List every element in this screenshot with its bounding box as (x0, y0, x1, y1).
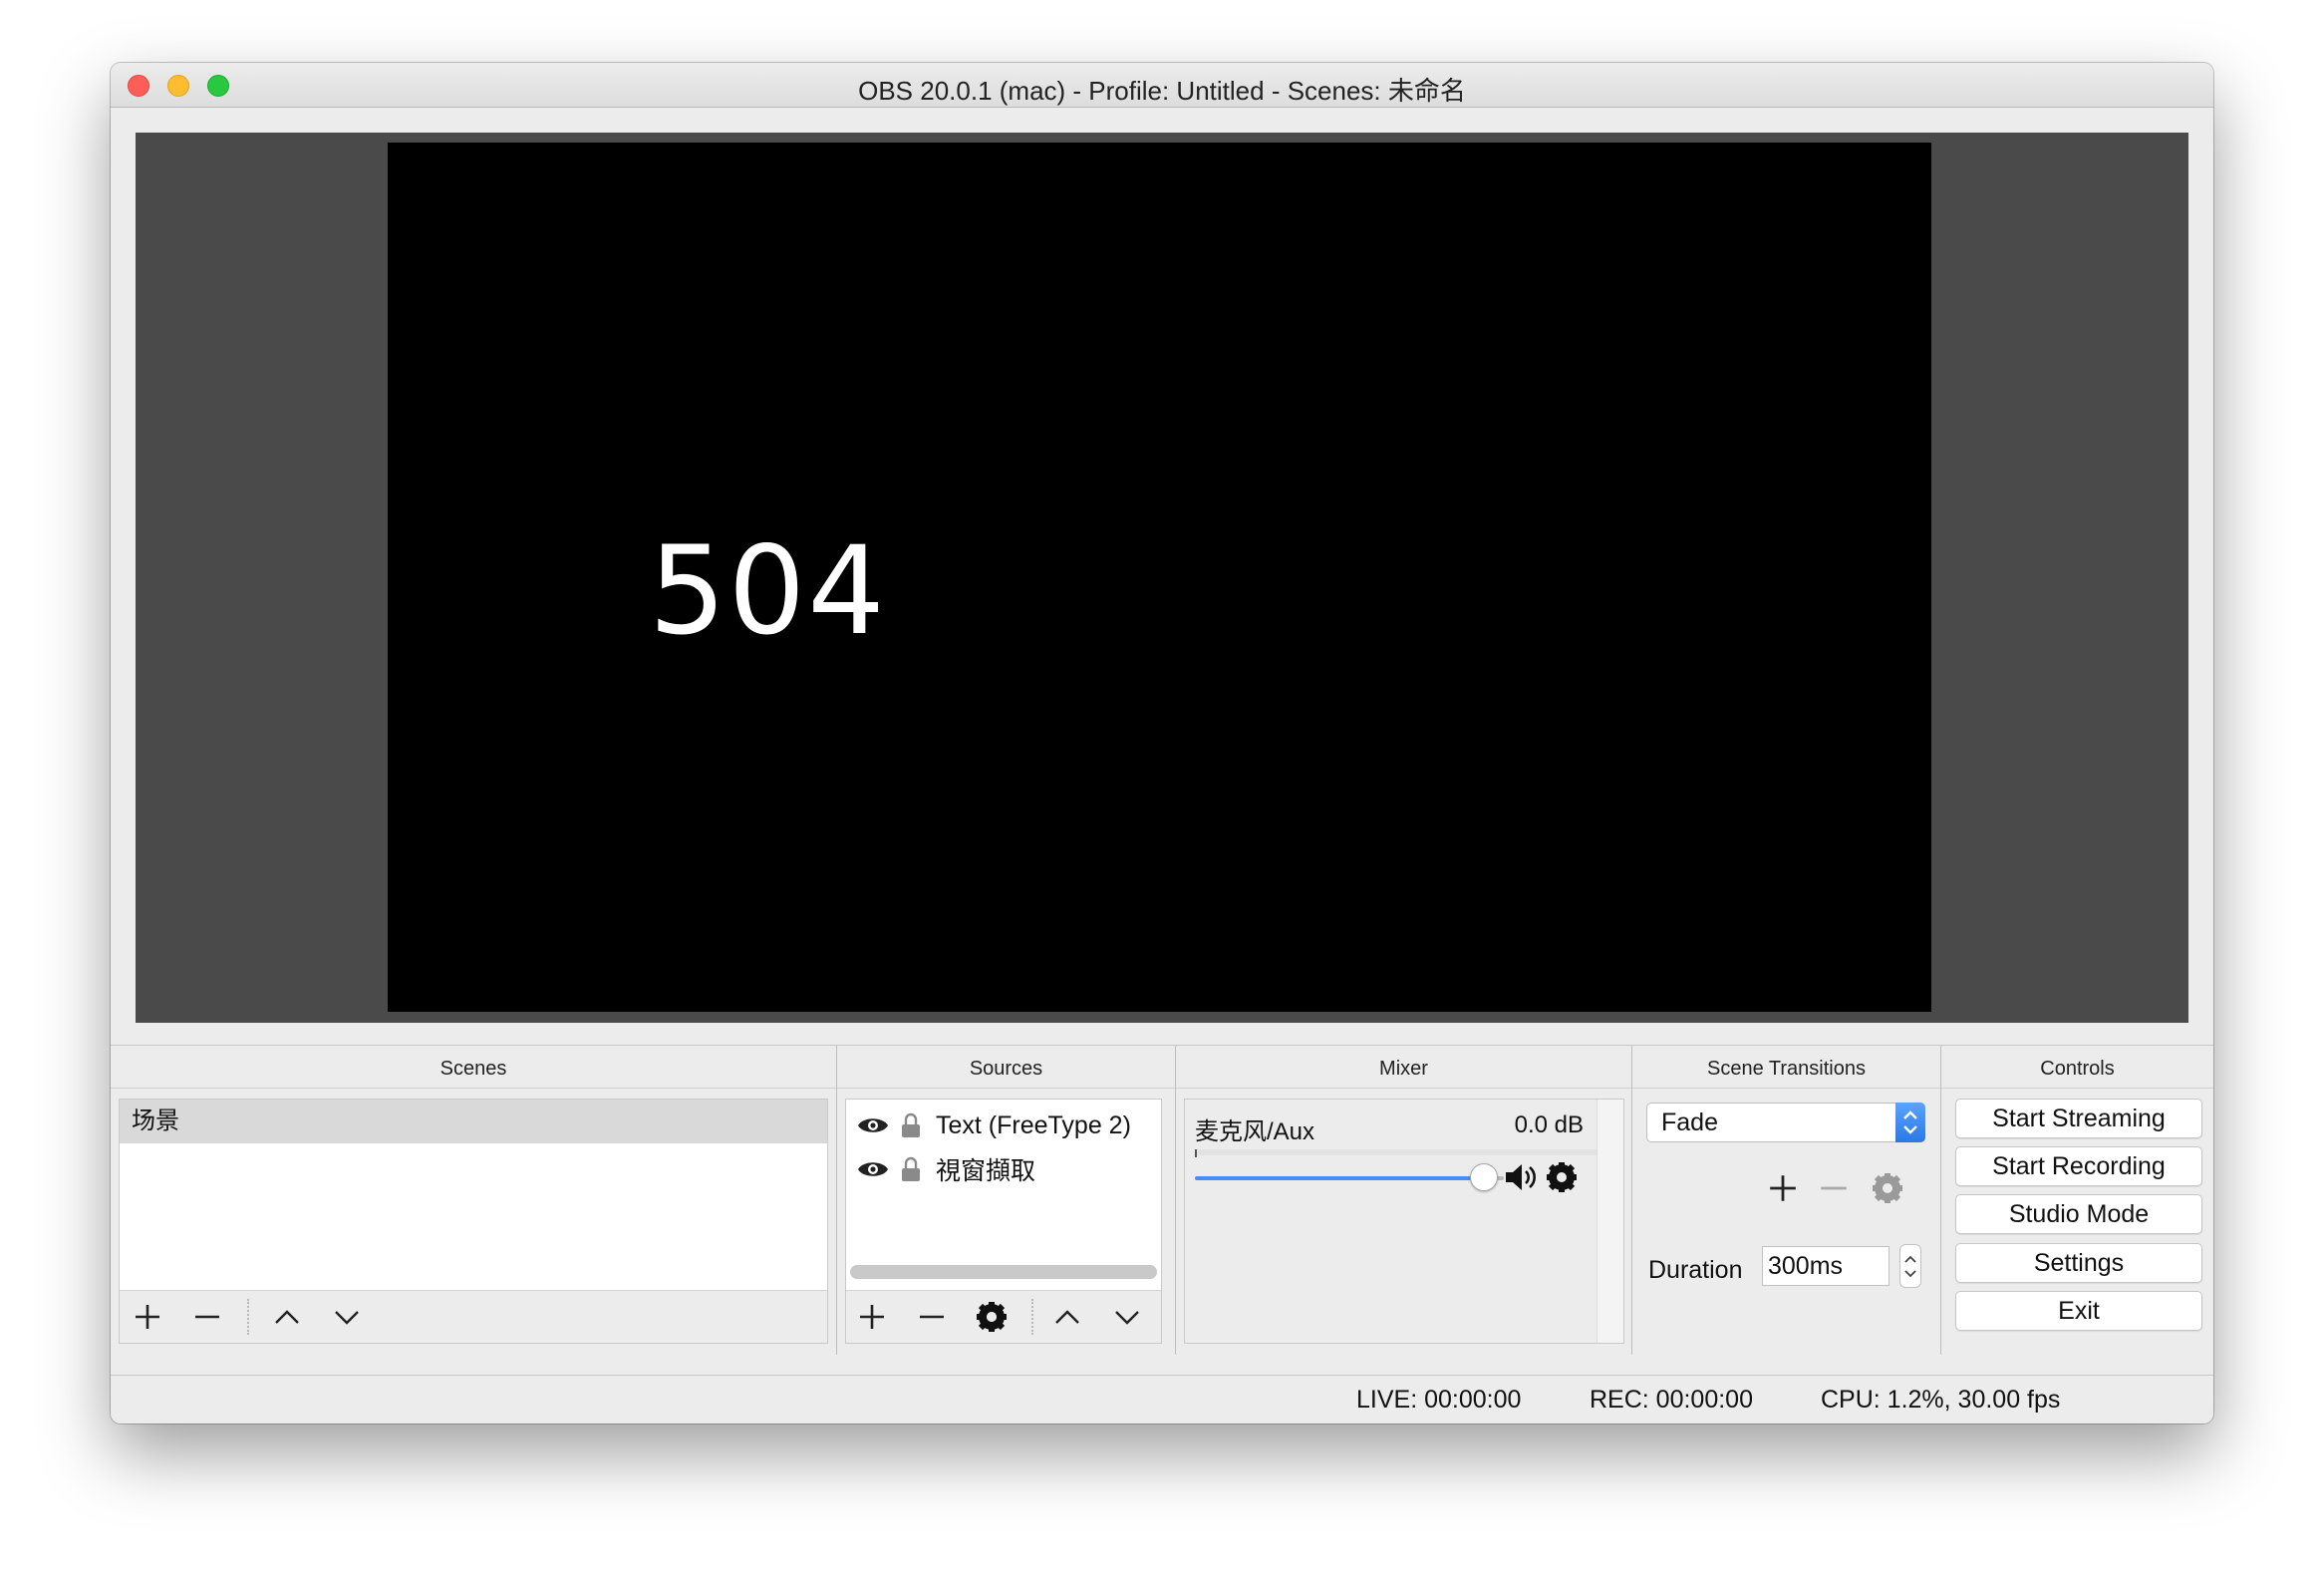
mixer-dock-title: Mixer (1176, 1046, 1631, 1089)
transitions-dock: Scene Transitions Fade Duration 300ms (1631, 1046, 1940, 1355)
source-label: Text (FreeType 2) (936, 1110, 1131, 1139)
sources-items: Text (FreeType 2) 視窗擷取 (846, 1100, 1161, 1191)
mute-button[interactable] (1504, 1161, 1538, 1198)
controls-dock-title: Controls (1941, 1046, 2213, 1089)
move-scene-down-button[interactable] (327, 1297, 367, 1337)
toolbar-separator (247, 1299, 249, 1335)
scenes-toolbar (120, 1290, 827, 1343)
title-bar[interactable]: OBS 20.0.1 (mac) - Profile: Untitled - S… (111, 63, 2213, 108)
sources-toolbar (846, 1290, 1161, 1343)
settings-button[interactable]: Settings (1955, 1243, 2202, 1283)
plus-icon (1770, 1175, 1796, 1201)
mixer-panel: 麦克风/Aux 0.0 dB (1184, 1099, 1624, 1344)
transition-select-value: Fade (1661, 1108, 1718, 1136)
dock-strip: Scenes 场景 Sources Text (FreeType 2) 視窗擷取… (111, 1045, 2213, 1355)
chevron-down-icon (335, 1311, 359, 1325)
start-recording-button[interactable]: Start Recording (1955, 1146, 2202, 1186)
sources-list[interactable]: Text (FreeType 2) 視窗擷取 (845, 1099, 1162, 1344)
eye-icon[interactable] (856, 1113, 890, 1137)
sources-dock: Sources Text (FreeType 2) 視窗擷取 (836, 1046, 1175, 1355)
unlock-icon[interactable] (900, 1156, 922, 1182)
stepper-arrows-icon (1904, 1255, 1916, 1278)
scenes-dock: Scenes 场景 (111, 1046, 836, 1355)
chevron-up-icon (275, 1310, 299, 1324)
volume-slider-handle[interactable] (1470, 1163, 1498, 1191)
move-source-up-button[interactable] (1047, 1297, 1087, 1337)
move-scene-up-button[interactable] (267, 1297, 307, 1337)
plus-icon (860, 1305, 884, 1329)
duration-label: Duration (1648, 1256, 1743, 1284)
mixer-channel-label: 麦克风/Aux (1195, 1118, 1315, 1145)
controls-dock: Controls Start Streaming Start Recording… (1940, 1046, 2213, 1355)
preview-area[interactable]: 504 (136, 133, 2188, 1023)
transitions-dock-title: Scene Transitions (1632, 1046, 1940, 1089)
add-source-button[interactable] (852, 1297, 892, 1337)
status-bar: LIVE: 00:00:00 REC: 00:00:00 CPU: 1.2%, … (111, 1375, 2213, 1424)
add-scene-button[interactable] (128, 1297, 167, 1337)
mixer-settings-button[interactable] (1546, 1161, 1578, 1198)
eye-icon[interactable] (856, 1157, 890, 1181)
volume-slider-fill[interactable] (1195, 1176, 1484, 1180)
gear-icon (1873, 1173, 1902, 1203)
transition-select[interactable]: Fade (1646, 1103, 1925, 1142)
remove-transition-button[interactable] (1818, 1172, 1850, 1209)
gear-icon (977, 1302, 1007, 1332)
gear-icon (1547, 1162, 1577, 1192)
mixer-dock: Mixer 麦克风/Aux 0.0 dB (1175, 1046, 1631, 1355)
transition-properties-button[interactable] (1872, 1172, 1903, 1209)
chevron-up-icon (1055, 1310, 1079, 1324)
canvas-text-source: 504 (649, 520, 887, 662)
volume-meter (1195, 1149, 1598, 1155)
preview-canvas[interactable]: 504 (388, 143, 1931, 1012)
sources-horizontal-scrollbar[interactable] (850, 1265, 1157, 1279)
window-title: OBS 20.0.1 (mac) - Profile: Untitled - S… (858, 76, 1466, 106)
start-streaming-button[interactable]: Start Streaming (1955, 1099, 2202, 1138)
duration-input[interactable]: 300ms (1762, 1246, 1889, 1286)
source-properties-button[interactable] (972, 1297, 1012, 1337)
exit-button[interactable]: Exit (1955, 1291, 2202, 1331)
transitions-body: Fade Duration 300ms (1632, 1089, 1940, 1355)
speaker-icon (1506, 1164, 1536, 1190)
controls-body: Start Streaming Start Recording Studio M… (1941, 1089, 2213, 1355)
unlock-icon[interactable] (900, 1112, 922, 1138)
rec-timer: REC: 00:00:00 (1590, 1386, 1753, 1414)
select-arrows-icon (1895, 1103, 1925, 1142)
scenes-list[interactable]: 场景 (119, 1099, 828, 1344)
mixer-channel-db: 0.0 dB (1514, 1111, 1584, 1138)
minus-icon (195, 1315, 219, 1319)
volume-meter-tick (1195, 1149, 1197, 1157)
scene-item[interactable]: 场景 (120, 1100, 827, 1143)
live-timer: LIVE: 00:00:00 (1356, 1386, 1522, 1414)
plus-icon (136, 1305, 159, 1329)
scenes-dock-title: Scenes (111, 1046, 836, 1089)
move-source-down-button[interactable] (1107, 1297, 1147, 1337)
chevron-down-icon (1115, 1311, 1139, 1325)
source-item[interactable]: Text (FreeType 2) (846, 1104, 1161, 1147)
source-item[interactable]: 視窗擷取 (846, 1147, 1161, 1191)
minus-icon (920, 1315, 944, 1319)
sources-dock-title: Sources (837, 1046, 1175, 1089)
cpu-fps: CPU: 1.2%, 30.00 fps (1821, 1386, 2061, 1414)
studio-mode-button[interactable]: Studio Mode (1955, 1194, 2202, 1234)
toolbar-separator (1031, 1299, 1033, 1335)
source-label: 視窗擷取 (936, 1157, 1036, 1185)
obs-window: OBS 20.0.1 (mac) - Profile: Untitled - S… (111, 63, 2213, 1424)
remove-scene-button[interactable] (187, 1297, 227, 1337)
duration-stepper[interactable] (1899, 1244, 1921, 1288)
minus-icon (1821, 1186, 1847, 1190)
add-transition-button[interactable] (1767, 1172, 1799, 1209)
remove-source-button[interactable] (912, 1297, 952, 1337)
mixer-vertical-scrollbar[interactable] (1597, 1100, 1623, 1343)
